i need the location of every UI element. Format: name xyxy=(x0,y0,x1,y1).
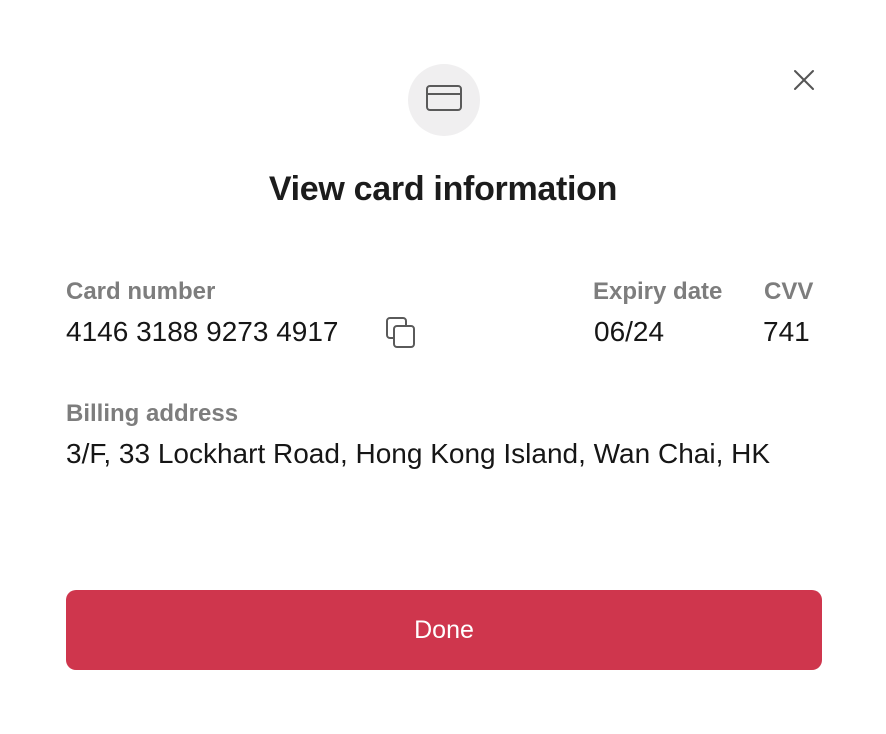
cvv-label: CVV xyxy=(764,278,814,305)
copy-icon xyxy=(383,315,417,354)
cvv-value: 741 xyxy=(763,316,810,347)
credit-card-icon xyxy=(425,84,463,117)
expiry-date-value: 06/24 xyxy=(594,316,665,347)
done-button[interactable]: Done xyxy=(66,590,822,670)
expiry-date-label: Expiry date xyxy=(593,278,723,305)
copy-card-number-button[interactable] xyxy=(380,314,420,354)
billing-address-label: Billing address xyxy=(66,400,239,427)
dialog-title: View card information xyxy=(268,170,618,208)
card-number-value: 4146 3188 9273 4917 xyxy=(66,316,339,347)
card-info-dialog: View card information Card number 4146 3… xyxy=(0,0,886,734)
card-badge xyxy=(408,64,480,136)
billing-address-value: 3/F, 33 Lockhart Road, Hong Kong Island,… xyxy=(66,438,771,469)
card-number-label: Card number xyxy=(66,278,216,305)
close-icon xyxy=(792,68,816,97)
close-button[interactable] xyxy=(788,66,820,98)
